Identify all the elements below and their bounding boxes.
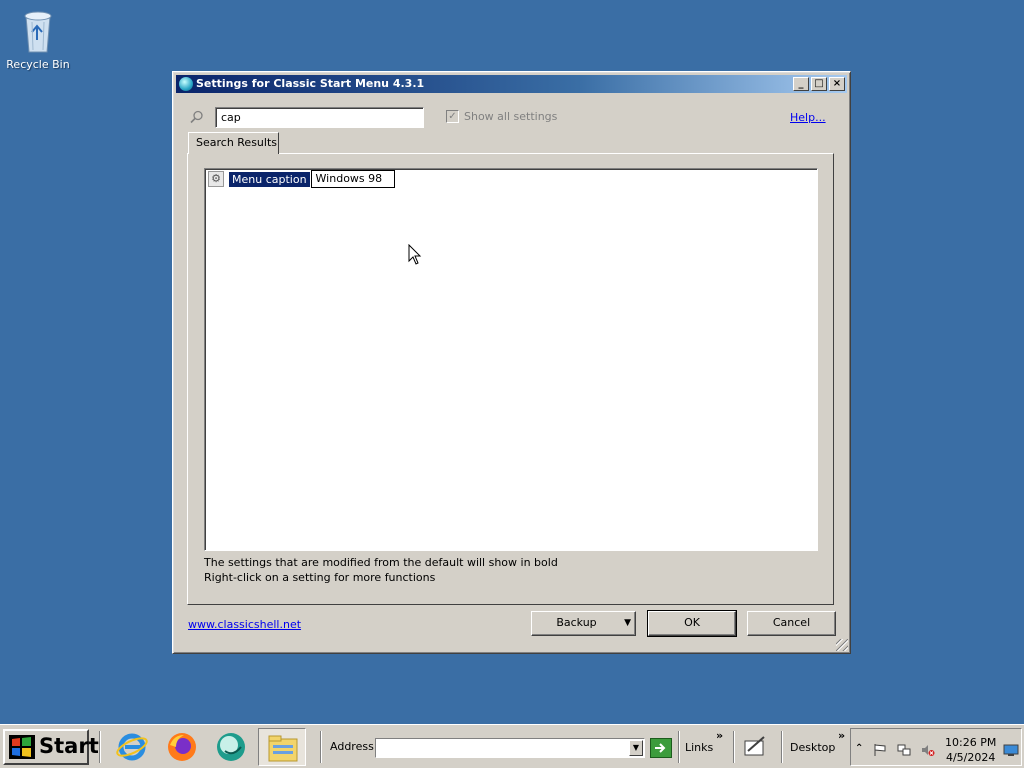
desktop-toolbar-label[interactable]: Desktop	[790, 741, 835, 754]
internet-explorer-icon[interactable]	[116, 731, 148, 763]
clock-time: 10:26 PM	[945, 736, 997, 749]
classic-shell-icon	[179, 77, 193, 91]
show-desktop-icon[interactable]	[1003, 743, 1019, 757]
taskbar-separator	[678, 731, 680, 763]
clock[interactable]: 10:26 PM 4/5/2024	[945, 735, 996, 765]
backup-button-label: Backup	[556, 616, 597, 629]
help-link[interactable]: Help...	[790, 111, 826, 124]
volume-muted-icon[interactable]	[921, 743, 935, 757]
address-input[interactable]: ▼	[375, 738, 645, 758]
classic-shell-taskbar-icon[interactable]	[215, 731, 247, 763]
address-dropdown-icon[interactable]: ▼	[629, 740, 643, 756]
recycle-bin-label: Recycle Bin	[6, 58, 70, 71]
hint-right-click-text: Right-click on a setting for more functi…	[204, 571, 436, 584]
recycle-bin-desktop-icon[interactable]: Recycle Bin	[6, 6, 70, 71]
show-all-settings-checkbox[interactable]: ✓ Show all settings	[446, 110, 557, 123]
resize-grip[interactable]	[836, 639, 848, 651]
links-chevron-icon[interactable]: »	[716, 729, 723, 742]
go-button[interactable]	[650, 738, 672, 758]
network-icon[interactable]	[897, 743, 911, 757]
maximize-button[interactable]: □	[811, 77, 827, 91]
checkbox-check-icon: ✓	[446, 110, 459, 123]
taskbar-separator	[99, 731, 101, 763]
explorer-task-button[interactable]	[258, 728, 306, 766]
desktop-chevron-icon[interactable]: »	[838, 729, 845, 742]
start-label: Start	[39, 734, 99, 758]
backup-button[interactable]: Backup ▼	[531, 611, 636, 636]
mouse-cursor-icon	[408, 243, 422, 269]
hint-bold-text: The settings that are modified from the …	[204, 556, 558, 569]
cancel-button[interactable]: Cancel	[747, 611, 836, 636]
go-arrow-icon	[655, 743, 666, 753]
windows-logo-icon	[9, 735, 35, 759]
setting-gear-icon: ⚙	[208, 171, 224, 187]
taskbar-separator	[733, 731, 735, 763]
start-button[interactable]: Start	[3, 729, 99, 765]
classicshell-website-link[interactable]: www.classicshell.net	[188, 618, 301, 631]
action-center-flag-icon[interactable]	[873, 743, 887, 757]
show-all-settings-label: Show all settings	[464, 110, 558, 123]
setting-value-edit[interactable]: Windows 98	[310, 170, 395, 188]
taskbar-separator	[781, 731, 783, 763]
folder-icon	[268, 735, 298, 762]
links-toolbar-label[interactable]: Links	[685, 741, 713, 754]
settings-list[interactable]	[204, 168, 818, 551]
clock-date: 4/5/2024	[945, 751, 996, 764]
firefox-icon[interactable]	[166, 731, 198, 763]
show-hidden-icons-icon[interactable]: ⌃	[855, 743, 869, 757]
taskbar-separator	[320, 731, 322, 763]
window-title: Settings for Classic Start Menu 4.3.1	[196, 77, 425, 90]
taskbar: Start Address ▼ Links » Desktop » ⌃ 10:2…	[0, 724, 1024, 768]
ok-button[interactable]: OK	[647, 610, 737, 637]
setting-name[interactable]: Menu caption	[229, 171, 310, 187]
title-bar[interactable]: Settings for Classic Start Menu 4.3.1 _ …	[176, 75, 847, 93]
close-button[interactable]: ×	[829, 77, 845, 91]
minimize-button[interactable]: _	[793, 77, 809, 91]
search-icon	[190, 110, 204, 124]
address-label: Address	[330, 740, 374, 753]
notepad-icon[interactable]	[742, 733, 768, 759]
system-tray: ⌃ 10:26 PM 4/5/2024	[850, 728, 1022, 766]
tab-search-results[interactable]: Search Results	[188, 132, 279, 154]
dropdown-arrow-icon: ▼	[624, 618, 631, 628]
setting-row-menu-caption[interactable]: ⚙ Menu caption Windows 98	[208, 170, 395, 188]
recycle-bin-icon	[20, 6, 56, 54]
search-input[interactable]	[215, 107, 424, 128]
